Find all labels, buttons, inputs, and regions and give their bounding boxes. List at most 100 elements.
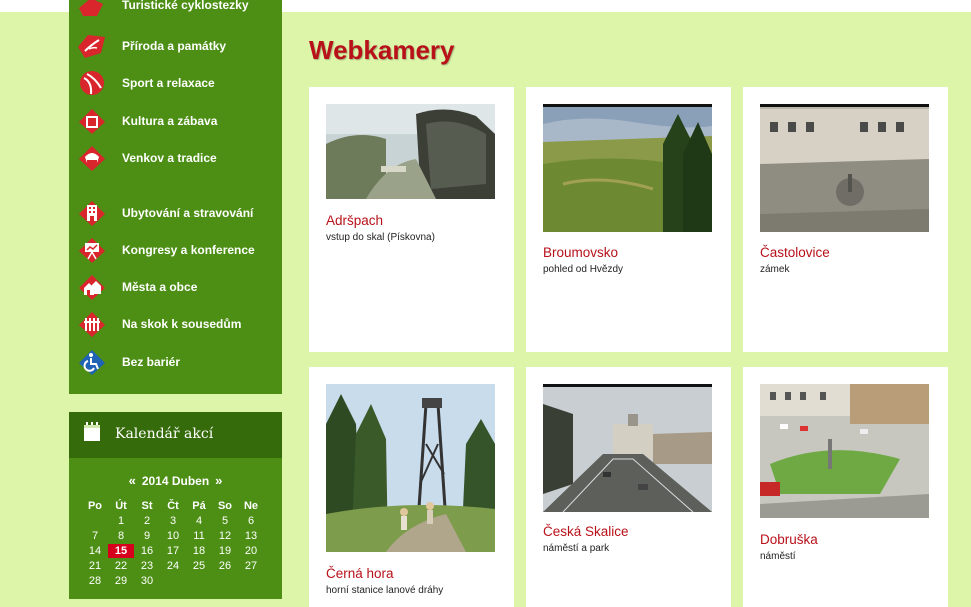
calendar-day[interactable]: 17 (160, 544, 186, 558)
fence-icon (79, 312, 105, 337)
webcam-name[interactable]: Černá hora (326, 566, 394, 581)
webcam-card[interactable]: Broumovsko pohled od Hvězdy (526, 87, 731, 352)
webcam-card[interactable]: Česká Skalice náměstí a park (526, 367, 731, 607)
calendar-day[interactable]: 28 (82, 574, 108, 588)
calendar-day[interactable]: 14 (82, 544, 108, 558)
webcam-card[interactable]: Černá hora horní stanice lanové dráhy (309, 367, 514, 607)
webcam-description: horní stanice lanové dráhy (326, 585, 444, 596)
calendar-day[interactable]: 7 (82, 529, 108, 543)
calendar-week-row: 7 8 9 10 11 12 13 (82, 529, 264, 544)
calendar-day[interactable]: 26 (212, 559, 238, 573)
calendar-day (82, 514, 108, 528)
calendar-week-row: 28 29 30 (82, 574, 264, 589)
calendar-day[interactable]: 19 (212, 544, 238, 558)
calendar-day[interactable]: 2 (134, 514, 160, 528)
webcam-thumbnail[interactable] (543, 104, 712, 232)
weekday-label: Pá (192, 500, 206, 512)
webcam-thumbnail[interactable] (760, 384, 929, 518)
calendar-month-nav: « 2014 Duben » (69, 473, 282, 488)
ball-icon (80, 71, 104, 95)
houses-icon (79, 275, 105, 300)
menu-item-priroda[interactable]: Příroda a památky (69, 29, 282, 63)
calendar-day[interactable]: 20 (238, 544, 264, 558)
menu-item-mesta[interactable]: Města a obce (69, 270, 282, 304)
calendar-day[interactable]: 29 (108, 574, 134, 588)
menu-item-label: Kultura a zábava (122, 114, 218, 128)
prev-month-button[interactable]: « (129, 473, 136, 488)
menu-item-kongresy[interactable]: Kongresy a konference (69, 233, 282, 267)
calendar-day[interactable]: 8 (108, 529, 134, 543)
weekday-label: St (141, 500, 153, 512)
webcam-thumbnail[interactable] (326, 384, 495, 552)
calendar-week-row: 21 22 23 24 25 26 27 (82, 559, 264, 574)
calendar-day[interactable]: 21 (82, 559, 108, 573)
building-icon (79, 201, 105, 226)
leaf-icon (78, 35, 105, 58)
calendar-day[interactable]: 5 (212, 514, 238, 528)
calendar-header: Kalendář akcí (69, 412, 282, 458)
webcam-description: pohled od Hvězdy (543, 264, 624, 275)
weekday-label: Út (115, 500, 127, 512)
calendar-day[interactable]: 12 (212, 529, 238, 543)
webcam-description: zámek (760, 264, 790, 275)
calendar-day[interactable]: 4 (186, 514, 212, 528)
webcam-name[interactable]: Broumovsko (543, 245, 618, 260)
menu-item-label: Na skok k sousedům (122, 317, 242, 331)
calendar-day[interactable]: 13 (238, 529, 264, 543)
page-title: Webkamery (309, 35, 455, 65)
menu-item-venkov[interactable]: Venkov a tradice (69, 141, 282, 175)
calendar-day[interactable]: 23 (134, 559, 160, 573)
calendar-day (238, 574, 264, 588)
calendar-day[interactable]: 22 (108, 559, 134, 573)
hat-icon (79, 146, 105, 171)
menu-item-label: Města a obce (122, 280, 198, 294)
calendar-week-row: 1 2 3 4 5 6 (82, 514, 264, 529)
calendar-grid: Po Út St Čt Pá So Ne 1 2 3 4 5 6 7 8 9 1… (82, 499, 264, 589)
calendar-day[interactable]: 9 (134, 529, 160, 543)
calendar-day[interactable]: 30 (134, 574, 160, 588)
calendar-day[interactable]: 18 (186, 544, 212, 558)
webcam-thumbnail[interactable] (760, 104, 929, 232)
weekday-label: Po (87, 500, 103, 512)
webcam-name[interactable]: Česká Skalice (543, 524, 629, 539)
calendar-day (212, 574, 238, 588)
calendar-day[interactable]: 3 (160, 514, 186, 528)
menu-item-kultura[interactable]: Kultura a zábava (69, 104, 282, 138)
webcam-card[interactable]: Dobruška náměstí (743, 367, 948, 607)
webcam-description: náměstí a park (543, 543, 610, 554)
menu-item-label: Turistické cyklostezky (122, 0, 249, 12)
sidebar-menu: Turistické cyklostezky Příroda a památky… (69, 0, 282, 394)
next-month-button[interactable]: » (215, 473, 222, 488)
webcam-name[interactable]: Častolovice (760, 245, 830, 260)
webcam-name[interactable]: Dobruška (760, 532, 818, 547)
menu-item-label: Ubytování a stravování (122, 206, 254, 220)
webcam-thumbnail[interactable] (543, 384, 712, 512)
menu-item-cyklostezky[interactable]: Turistické cyklostezky (69, 0, 282, 22)
calendar-day[interactable]: 16 (134, 544, 160, 558)
calendar-day[interactable]: 11 (186, 529, 212, 543)
weekday-label: Ne (243, 500, 259, 512)
notepad-icon (84, 422, 100, 441)
calendar-day[interactable]: 25 (186, 559, 212, 573)
menu-item-label: Kongresy a konference (122, 243, 255, 257)
webcam-card[interactable]: Častolovice zámek (743, 87, 948, 352)
calendar-day-today[interactable]: 15 (108, 544, 134, 558)
calendar-weekday-row: Po Út St Čt Pá So Ne (82, 499, 264, 514)
menu-item-ubytovani[interactable]: Ubytování a stravování (69, 196, 282, 230)
calendar-day[interactable]: 1 (108, 514, 134, 528)
menu-item-sport[interactable]: Sport a relaxace (69, 66, 282, 100)
calendar-title: Kalendář akcí (115, 426, 214, 442)
webcam-card[interactable]: Adršpach vstup do skal (Pískovna) (309, 87, 514, 352)
bike-icon (79, 0, 103, 16)
menu-item-sousede[interactable]: Na skok k sousedům (69, 307, 282, 341)
calendar-day[interactable]: 6 (238, 514, 264, 528)
webcam-description: náměstí (760, 551, 796, 562)
calendar-day[interactable]: 27 (238, 559, 264, 573)
webcam-description: vstup do skal (Pískovna) (326, 232, 435, 243)
calendar-day[interactable]: 24 (160, 559, 186, 573)
webcam-name[interactable]: Adršpach (326, 213, 383, 228)
calendar-day[interactable]: 10 (160, 529, 186, 543)
menu-item-label: Sport a relaxace (122, 76, 215, 90)
menu-item-bez-barier[interactable]: Bez bariér (69, 345, 282, 379)
webcam-thumbnail[interactable] (326, 104, 495, 199)
